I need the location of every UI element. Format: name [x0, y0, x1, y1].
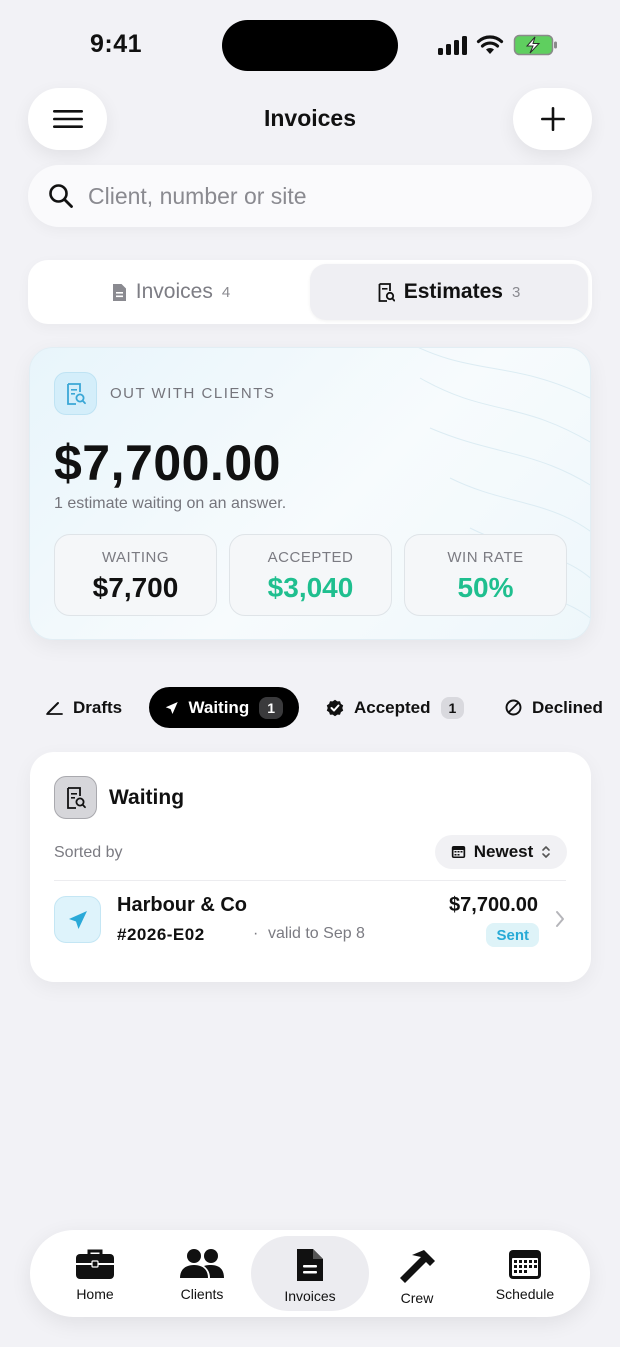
hammer-icon [400, 1250, 435, 1283]
dynamic-island [222, 20, 398, 71]
segmented-control: Invoices 4 Estimates 3 [28, 260, 592, 324]
filter-declined-label: Declined [532, 697, 603, 717]
sorted-by-label: Sorted by [54, 844, 123, 861]
sort-value: Newest [473, 842, 534, 861]
summary-amount: $7,700.00 [54, 435, 281, 491]
search-bar[interactable] [28, 165, 592, 227]
send-icon [54, 896, 101, 943]
tab-schedule-label: Schedule [495, 1286, 555, 1302]
tab-clients-label: Clients [180, 1286, 224, 1302]
declined-icon [505, 699, 522, 716]
estimate-icon [54, 776, 97, 819]
stat-win-rate: WIN RATE 50% [404, 534, 567, 616]
list-title: Waiting [109, 786, 185, 809]
filter-accepted-badge: 1 [440, 696, 465, 719]
chevron-up-down-icon [542, 846, 551, 858]
tab-invoices-nav[interactable]: Invoices [251, 1236, 369, 1311]
tab-invoices-label: Invoices [135, 280, 213, 303]
tab-crew[interactable]: Crew [358, 1236, 476, 1311]
filter-waiting[interactable]: Waiting 1 [149, 687, 299, 728]
tab-home[interactable]: Home [36, 1236, 154, 1311]
stat-accepted-label: ACCEPTED [267, 549, 354, 566]
document-icon [112, 283, 126, 301]
estimate-icon [54, 372, 97, 415]
calendar-icon [451, 846, 465, 858]
filter-waiting-label: Waiting [188, 697, 250, 717]
pencil-icon [46, 702, 63, 715]
tab-crew-label: Crew [400, 1290, 434, 1306]
waiting-list-card: Waiting Sorted by Newest Harbour & Co #2… [30, 752, 591, 982]
tab-invoices[interactable]: Invoices 4 [32, 264, 310, 320]
estimate-amount: $7,700.00 [449, 894, 538, 916]
tab-estimates[interactable]: Estimates 3 [310, 264, 588, 320]
add-button[interactable] [513, 88, 592, 150]
estimate-icon [378, 282, 395, 302]
tab-estimates-label: Estimates [403, 280, 503, 303]
status-time: 9:41 [90, 30, 143, 58]
stat-waiting-label: WAITING [101, 549, 170, 566]
summary-card: OUT WITH CLIENTS $7,700.00 1 estimate wa… [29, 347, 591, 640]
tab-clients[interactable]: Clients [143, 1236, 261, 1311]
tab-home-label: Home [76, 1286, 114, 1302]
filter-waiting-badge: 1 [259, 696, 283, 719]
filter-declined[interactable]: Declined [505, 687, 603, 728]
wifi-icon [476, 35, 504, 54]
tab-invoices-nav-label: Invoices [284, 1288, 336, 1304]
tab-bar: Home Clients Invoices Crew Schedule [30, 1230, 590, 1317]
stat-accepted-value: $3,040 [267, 572, 354, 603]
cellular-signal-icon [438, 35, 467, 55]
summary-subtitle: 1 estimate waiting on an answer. [54, 495, 287, 512]
filter-accepted-label: Accepted [354, 697, 431, 717]
stat-waiting: WAITING $7,700 [54, 534, 217, 616]
filter-chips: Drafts Waiting 1 Accepted 1 Declined [0, 687, 620, 729]
status-badge: Sent [486, 923, 539, 947]
briefcase-icon [76, 1249, 114, 1279]
battery-charging-icon [513, 34, 557, 56]
plus-icon [540, 107, 565, 131]
estimate-number: #2026-E02 [117, 925, 205, 944]
send-icon [165, 701, 178, 714]
filter-drafts[interactable]: Drafts [46, 687, 122, 728]
status-icons [438, 32, 559, 58]
stat-win-rate-label: WIN RATE [447, 549, 524, 566]
stat-win-rate-value: 50% [457, 572, 514, 603]
verified-check-icon [326, 699, 344, 716]
search-input[interactable] [88, 182, 548, 210]
tab-invoices-count: 4 [221, 283, 231, 301]
summary-label: OUT WITH CLIENTS [110, 385, 276, 402]
filter-drafts-label: Drafts [73, 697, 123, 717]
tab-schedule[interactable]: Schedule [466, 1236, 584, 1311]
tab-estimates-count: 3 [511, 283, 521, 301]
people-icon [180, 1249, 224, 1278]
stat-waiting-value: $7,700 [92, 572, 179, 603]
filter-accepted[interactable]: Accepted 1 [326, 687, 465, 728]
search-icon [49, 184, 73, 208]
document-icon [297, 1249, 323, 1281]
stat-accepted: ACCEPTED $3,040 [229, 534, 392, 616]
valid-until: valid to Sep 8 [268, 925, 365, 942]
calendar-icon [509, 1250, 541, 1279]
sort-dropdown[interactable]: Newest [435, 835, 567, 869]
chevron-right-icon [556, 911, 564, 927]
meta-separator: · [253, 925, 259, 942]
client-name: Harbour & Co [117, 894, 247, 916]
